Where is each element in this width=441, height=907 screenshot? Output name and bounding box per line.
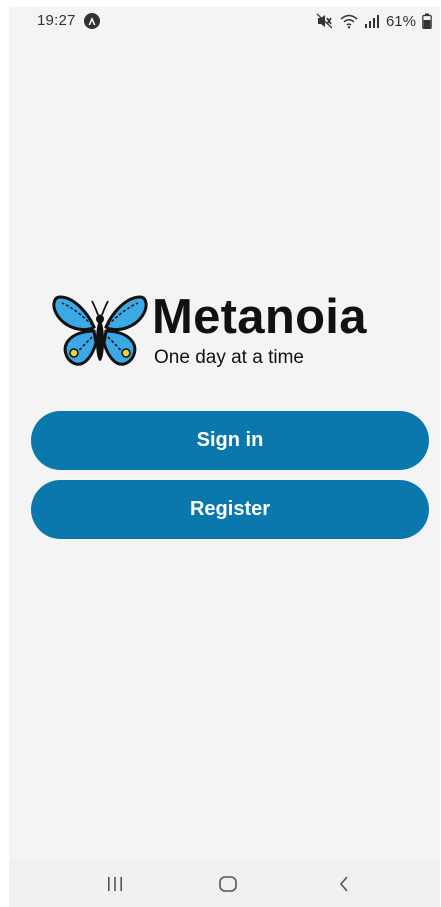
back-icon	[339, 875, 348, 892]
status-icons: 61%	[316, 12, 432, 30]
back-button[interactable]	[314, 860, 374, 907]
recents-icon	[108, 876, 122, 891]
home-icon	[219, 875, 237, 892]
wifi-icon	[340, 13, 358, 29]
battery-icon	[422, 13, 432, 29]
app-screen: 19:27 61% Metanoia One day at a time Sig…	[9, 7, 440, 907]
home-button[interactable]	[198, 860, 258, 907]
app-notification-icon	[84, 13, 100, 29]
recents-button[interactable]	[85, 860, 145, 907]
signal-icon	[364, 13, 380, 29]
status-bar: 19:27 61%	[9, 7, 440, 37]
sign-in-button[interactable]: Sign in	[31, 411, 429, 470]
battery-percent: 61%	[385, 12, 416, 30]
mute-icon	[316, 13, 334, 29]
status-time: 19:27	[37, 12, 76, 29]
butterfly-icon	[52, 295, 148, 366]
register-button[interactable]: Register	[31, 480, 429, 539]
navigation-bar	[9, 860, 440, 907]
app-logo: Metanoia One day at a time	[52, 290, 366, 371]
app-name: Metanoia	[152, 290, 367, 344]
app-tagline: One day at a time	[154, 347, 304, 368]
